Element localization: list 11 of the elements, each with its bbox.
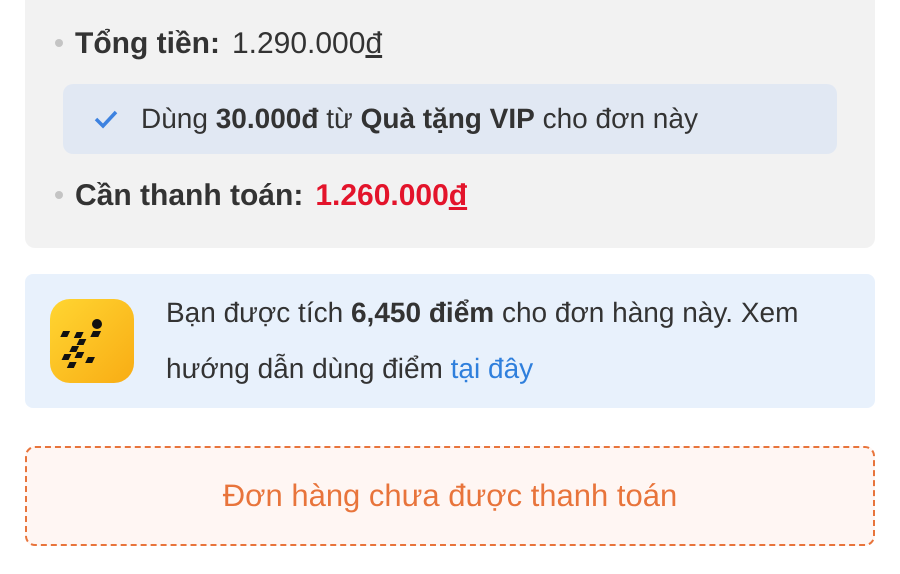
voucher-text: Dùng 30.000đ từ Quà tặng VIP cho đơn này — [141, 102, 698, 136]
runner-app-icon — [50, 299, 134, 383]
payment-status-text: Đơn hàng chưa được thanh toán — [222, 476, 678, 515]
bullet-icon — [55, 191, 63, 199]
total-label: Tổng tiền: — [75, 26, 220, 62]
payable-label: Cần thanh toán: — [75, 178, 304, 214]
guide-link[interactable]: tại đây — [450, 353, 534, 384]
points-message: Bạn được tích 6,450 điểm cho đơn hàng này. Xem hướng dẫn dùng điểm tại đây — [166, 296, 800, 386]
bullet-icon — [55, 39, 63, 47]
payable-amount: 1.260.000đ — [315, 178, 468, 214]
total-amount: 1.290.000đ — [232, 26, 382, 62]
